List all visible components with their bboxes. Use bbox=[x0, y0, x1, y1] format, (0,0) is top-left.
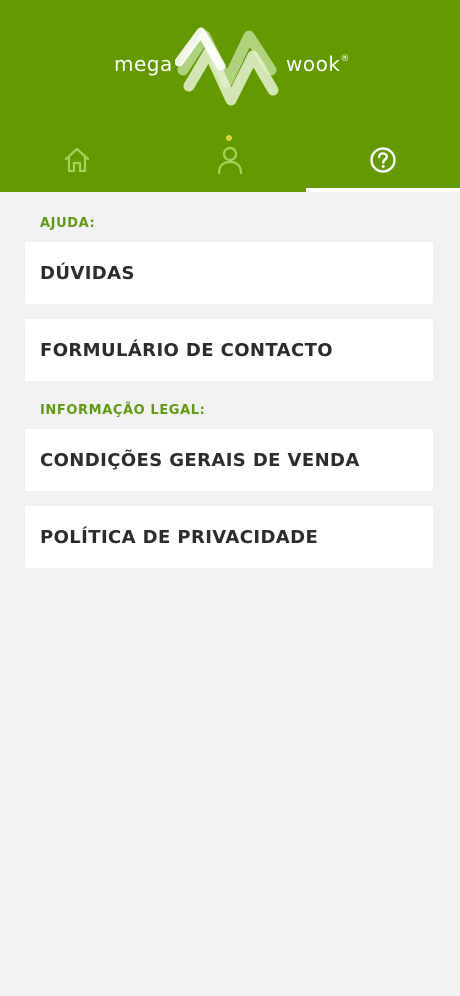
logo-zigzag-mark bbox=[175, 27, 279, 106]
contact-form-item[interactable]: FORMULÁRIO DE CONTACTO bbox=[25, 319, 433, 381]
notification-dot bbox=[226, 135, 232, 141]
tab-home[interactable] bbox=[0, 128, 153, 192]
faq-item[interactable]: DÚVIDAS bbox=[25, 242, 433, 304]
home-icon bbox=[64, 147, 89, 173]
privacy-policy-item[interactable]: POLÍTICA DE PRIVACIDADE bbox=[25, 506, 433, 568]
section-label-help: AJUDA: bbox=[40, 216, 96, 231]
user-icon bbox=[217, 146, 242, 175]
terms-of-sale-item-label: CONDIÇÕES GERAIS DE VENDA bbox=[40, 449, 360, 471]
privacy-policy-item-label: POLÍTICA DE PRIVACIDADE bbox=[40, 526, 319, 548]
help-icon bbox=[370, 147, 396, 173]
active-tab-indicator bbox=[306, 188, 460, 192]
app-header: mega wook® bbox=[0, 0, 460, 192]
megawook-logo: mega wook® bbox=[0, 22, 460, 108]
logo-word-mega: mega bbox=[114, 52, 173, 76]
section-label-legal: INFORMAÇÃO LEGAL: bbox=[40, 403, 206, 418]
faq-item-label: DÚVIDAS bbox=[40, 262, 135, 284]
logo-word-wook: wook® bbox=[286, 52, 350, 76]
contact-form-item-label: FORMULÁRIO DE CONTACTO bbox=[40, 339, 333, 361]
tab-help[interactable] bbox=[306, 128, 460, 192]
terms-of-sale-item[interactable]: CONDIÇÕES GERAIS DE VENDA bbox=[25, 429, 433, 491]
